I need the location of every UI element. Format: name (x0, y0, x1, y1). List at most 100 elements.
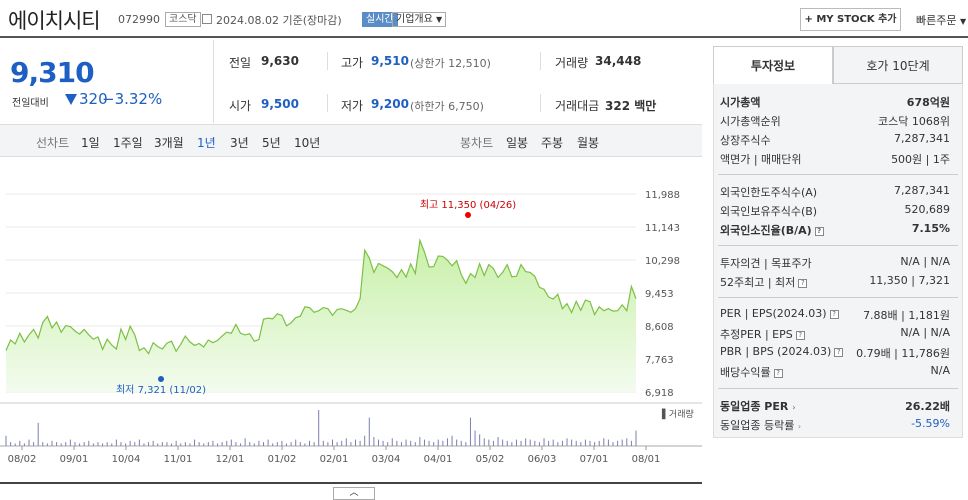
x-tick-label: 05/02 (476, 454, 505, 465)
per-value: 7.88배 | 1,181원 (863, 309, 950, 322)
tab-10y[interactable]: 10년 (294, 134, 320, 151)
per-label: PER | EPS(2024.03) (720, 307, 827, 320)
w52-value: 11,350 | 7,321 (869, 274, 950, 287)
tab-3m[interactable]: 3개월 (154, 134, 184, 151)
open-value: 9,500 (261, 97, 299, 111)
volume-label: 거래량 (555, 56, 589, 70)
tab-1d[interactable]: 1일 (81, 134, 100, 151)
tab-weekly[interactable]: 주봉 (541, 134, 563, 151)
y-tick-label: 11,988 (645, 190, 680, 201)
tab-1y[interactable]: 1년 (197, 134, 216, 151)
x-tick-label: 10/04 (112, 454, 141, 465)
help-icon[interactable]: ? (773, 369, 783, 378)
market-cap-label: 시가총액 (720, 96, 761, 109)
help-icon[interactable]: ? (829, 310, 839, 319)
industry-rate-label[interactable]: 동일업종 등락률 (720, 419, 794, 432)
high-label: 고가 (341, 56, 364, 70)
tab-3y[interactable]: 3년 (230, 134, 249, 151)
dividend-label: 배당수익률 (720, 366, 771, 379)
low-value: 9,200 (371, 97, 409, 111)
opinion-value: N/A | N/A (900, 255, 950, 268)
foreign-hold-label: 외국인보유주식수(B) (720, 205, 818, 218)
stock-code: 072990 (118, 13, 160, 26)
y-tick-label: 10,298 (645, 256, 680, 267)
x-tick-label: 12/01 (216, 454, 245, 465)
price-area (6, 240, 636, 392)
divider (718, 245, 958, 246)
company-overview-dropdown[interactable]: 기업개요 ▼ (392, 12, 447, 27)
dividend-value: N/A (930, 364, 950, 377)
tab-5y[interactable]: 5년 (262, 134, 281, 151)
candle-chart-label: 봉차트 (460, 136, 494, 150)
line-chart-label: 선차트 (36, 136, 70, 150)
quote-stats: 전일 9,630 고가 9,510 (상한가 12,510) 거래량 34,44… (215, 40, 702, 123)
price-change-percent: −3.32% (102, 90, 163, 108)
industry-rate-row: 동일업종 등락률 › -5.59% (720, 417, 950, 435)
cap-rank-row: 시가총액순위 코스닥 1068위 (720, 113, 950, 131)
help-icon[interactable]: ? (814, 227, 824, 236)
max-marker (465, 212, 471, 218)
volume-label: ▌거래량 (661, 408, 694, 420)
chevron-down-icon: ▼ (436, 15, 443, 24)
open-label: 시가 (229, 99, 252, 113)
quick-order-button[interactable]: 빠른주문 ▼ (916, 12, 966, 28)
help-icon[interactable]: ? (798, 279, 808, 288)
chevron-right-icon: › (797, 422, 802, 431)
par-label: 액면가 | 매매단위 (720, 153, 802, 166)
x-tick-label: 08/01 (632, 454, 661, 465)
low-label: 저가 (341, 99, 364, 113)
tab-daily[interactable]: 일봉 (506, 134, 528, 151)
industry-per-label[interactable]: 동일업종 PER (720, 400, 788, 413)
min-marker (158, 376, 164, 382)
y-tick-label: 6,918 (645, 388, 674, 399)
divider (327, 52, 328, 70)
volume-value: 34,448 (595, 54, 642, 68)
dividend-row: 배당수익률? N/A (720, 364, 950, 382)
invest-info-body: 시가총액 678억원 시가총액순위 코스닥 1068위 상장주식수 7,287,341… (713, 84, 963, 438)
calendar-icon (202, 14, 212, 24)
divider (540, 52, 541, 70)
divider (718, 388, 958, 389)
x-tick-label: 04/01 (424, 454, 453, 465)
tab-monthly[interactable]: 월봉 (577, 134, 599, 151)
pbr-label: PBR | BPS (2024.03) (720, 345, 832, 358)
max-label: 최고 11,350 (04/26) (420, 199, 516, 211)
price-summary: 9,310 전일대비 320 −3.32% (0, 40, 214, 123)
foreign-limit-label: 외국인한도주식수(A) (720, 186, 818, 199)
par-row: 액면가 | 매매단위 500원 | 1주 (720, 151, 950, 169)
help-icon[interactable]: ? (795, 331, 805, 340)
tab-invest-info[interactable]: 투자정보 (713, 46, 833, 84)
chevron-up-icon: ︿ (349, 488, 359, 498)
divider (540, 94, 541, 112)
investment-info-panel: 투자정보 호가 10단계 시가총액 678억원 시가총액순위 코스닥 1068위 상… (713, 46, 963, 446)
cap-rank-value: 코스닥 1068위 (878, 115, 950, 128)
market-badge: 코스닥 (165, 12, 201, 27)
cap-rank-label: 시가총액순위 (720, 115, 781, 128)
x-tick-label: 08/02 (8, 454, 37, 465)
tab-1w[interactable]: 1주일 (113, 134, 143, 151)
x-tick-label: 06/03 (528, 454, 557, 465)
high-value: 9,510 (371, 54, 409, 68)
help-icon[interactable]: ? (834, 348, 844, 357)
w52-row: 52주최고 | 최저? 11,350 | 7,321 (720, 274, 950, 292)
industry-per-row: 동일업종 PER › 26.22배 (720, 398, 950, 416)
x-tick-label: 11/01 (164, 454, 193, 465)
opinion-label: 투자의견 | 목표주가 (720, 257, 812, 270)
x-tick-label: 03/04 (372, 454, 401, 465)
foreign-limit-value: 7,287,341 (894, 184, 950, 197)
est-per-row: 추정PER | EPS? N/A | N/A (720, 326, 950, 344)
industry-per-value: 26.22배 (905, 400, 950, 413)
my-stock-add-button[interactable]: + MY STOCK 추가 (800, 8, 901, 31)
company-name: 에이치시티 (8, 9, 101, 33)
y-tick-label: 8,608 (645, 322, 674, 333)
tab-quote-10[interactable]: 호가 10단계 (833, 46, 963, 84)
x-tick-label: 09/01 (60, 454, 89, 465)
industry-rate-value: -5.59% (911, 417, 950, 430)
foreign-limit-row: 외국인한도주식수(A) 7,287,341 (720, 184, 950, 202)
stock-header: 에이치시티 072990 코스닥 2024.08.02 기준(장마감) 실시간 … (0, 0, 968, 38)
shares-label: 상장주식수 (720, 134, 771, 147)
compare-label: 전일대비 (12, 98, 49, 109)
opinion-row: 투자의견 | 목표주가 N/A | N/A (720, 255, 950, 273)
collapse-chart-button[interactable]: ︿ (333, 487, 375, 500)
foreign-rate-row: 외국인소진율(B/A)? 7.15% (720, 222, 950, 240)
